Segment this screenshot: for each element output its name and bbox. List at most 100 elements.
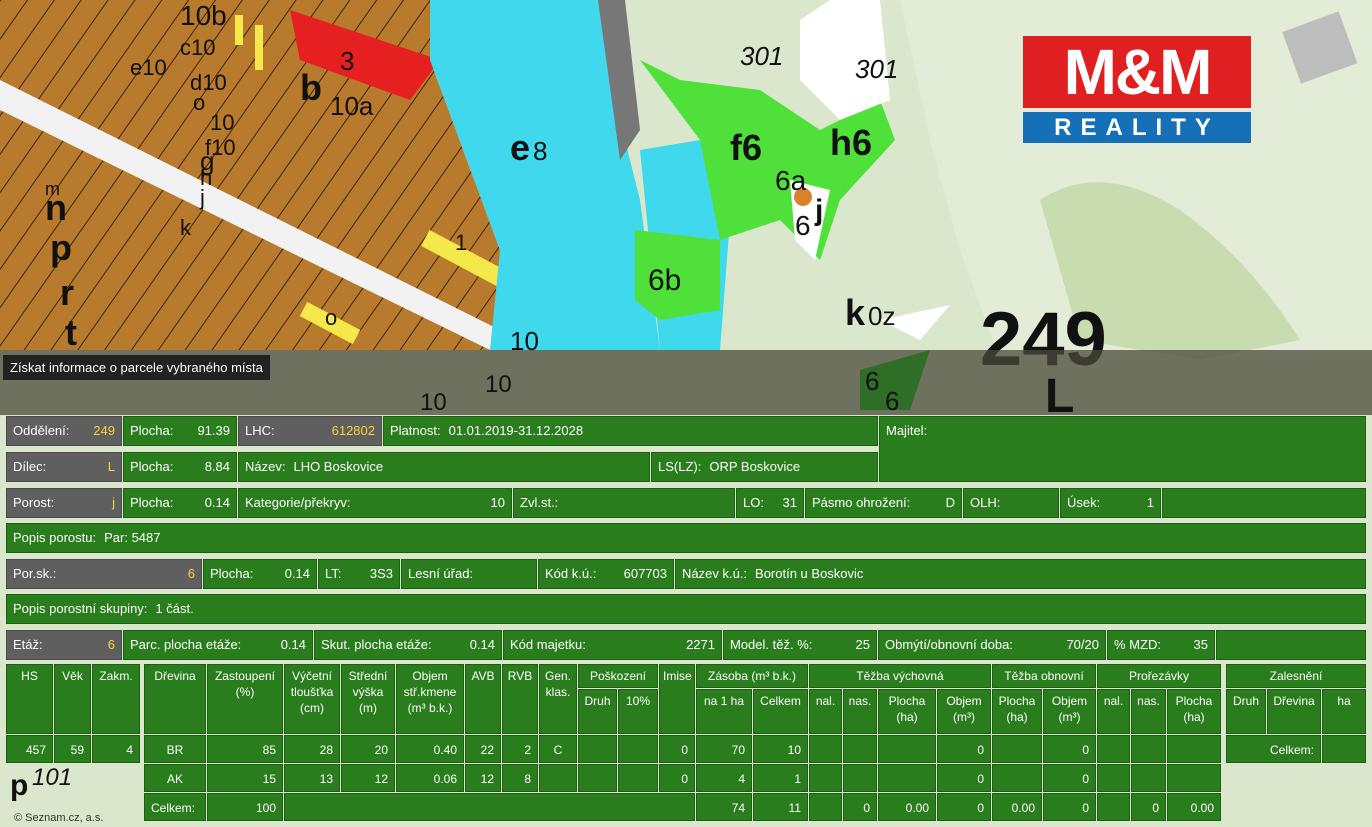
plocha-label: Plocha:: [130, 495, 174, 510]
vycetni-header: Výčetní tloušťka (cm): [284, 664, 340, 734]
vek-value: 59: [54, 735, 91, 763]
olh-cell: OLH:: [963, 488, 1059, 518]
logo-text-top: M&M: [1023, 36, 1251, 108]
skut-plocha-value: 0.14: [469, 637, 495, 652]
row1-avb: 22: [465, 735, 501, 763]
row7-empty-cell: [1216, 630, 1366, 660]
total-to-objem: 0: [1043, 793, 1096, 821]
nazev-label: Název:: [245, 459, 286, 474]
total-celkem: 11: [753, 793, 808, 821]
row2-drevina: AK: [144, 764, 206, 792]
svg-text:k: k: [845, 292, 866, 333]
svg-text:k: k: [180, 215, 192, 240]
porsk-value: 6: [187, 566, 195, 581]
svg-text:o: o: [325, 305, 337, 330]
parc-plocha-label: Parc. plocha etáže:: [130, 637, 242, 652]
lt-cell: LT: 3S3: [318, 559, 400, 589]
total-tv-nal: [809, 793, 842, 821]
row1-gen: C: [539, 735, 577, 763]
model-tez-cell: Model. těž. %: 25: [723, 630, 877, 660]
pr-nal-header: nal.: [1097, 689, 1130, 734]
platnost-value: 01.01.2019-31.12.2028: [448, 423, 584, 438]
svg-text:f6: f6: [730, 127, 762, 168]
zakm-header: Zakm.: [92, 664, 140, 734]
svg-text:n: n: [45, 187, 67, 228]
row1-pr-nas: [1131, 735, 1166, 763]
plocha-label: Plocha:: [130, 423, 174, 438]
row2-celkem: 1: [753, 764, 808, 792]
lhc-value: 612802: [331, 423, 375, 438]
pasmo-value: D: [945, 495, 955, 510]
lo-cell: LO: 31: [736, 488, 804, 518]
row1-pr-nal: [1097, 735, 1130, 763]
total-tv-objem: 0: [937, 793, 991, 821]
total-tv-nas: 0: [843, 793, 877, 821]
row2-stredni: 12: [341, 764, 395, 792]
svg-text:10: 10: [485, 371, 512, 398]
avb-header: AVB: [465, 664, 501, 734]
tezba-obnovni-header: Těžba obnovní: [992, 664, 1096, 688]
svg-text:301: 301: [855, 54, 898, 84]
svg-text:6b: 6b: [648, 264, 681, 297]
skut-plocha-label: Skut. plocha etáže:: [321, 637, 432, 652]
row2-avb: 12: [465, 764, 501, 792]
svg-text:10: 10: [420, 389, 447, 416]
svg-text:1: 1: [455, 230, 467, 255]
logo-text-bottom: REALITY: [1023, 112, 1251, 143]
zal-ha-header: ha: [1322, 689, 1366, 734]
nazev-ku-label: Název k.ú.:: [682, 566, 748, 581]
svg-text:o: o: [193, 90, 205, 115]
svg-text:p: p: [50, 227, 72, 268]
hs-header: HS: [6, 664, 53, 734]
total-zastoupeni: 100: [207, 793, 283, 821]
olh-label: OLH:: [970, 495, 1001, 510]
svg-text:e: e: [510, 127, 530, 168]
parc-plocha-value: 0.14: [280, 637, 306, 652]
total-tv-plocha: 0.00: [878, 793, 936, 821]
total-pr-nas: 0: [1131, 793, 1166, 821]
row2-pr-plocha: [1167, 764, 1221, 792]
nazev-cell: Název: LHO Boskovice: [238, 452, 650, 482]
svg-text:j: j: [814, 194, 823, 227]
lt-label: LT:: [325, 566, 342, 581]
row1-imise: 0: [659, 735, 695, 763]
row1-pct10: [618, 735, 658, 763]
kod-majetku-label: Kód majetku:: [510, 637, 586, 652]
kategorie-label: Kategorie/překryv:: [245, 495, 351, 510]
row1-stredni: 20: [341, 735, 395, 763]
row1-drevina: BR: [144, 735, 206, 763]
svg-text:6: 6: [885, 386, 899, 416]
plocha-value: 91.39: [197, 423, 230, 438]
row1-zastoupeni: 85: [207, 735, 283, 763]
to-objem-header: Objem (m³): [1043, 689, 1096, 734]
plocha-label: Plocha:: [210, 566, 254, 581]
zastoupeni-header: Zastoupení (%): [207, 664, 283, 734]
svg-text:h6: h6: [830, 122, 872, 163]
total-to-plocha: 0.00: [992, 793, 1042, 821]
porost-cell: Porost: j: [6, 488, 122, 518]
zakm-value: 4: [92, 735, 140, 763]
map-copyright: © Seznam.cz, a.s.: [14, 812, 104, 824]
dilec-label: Dílec:: [13, 459, 47, 474]
svg-text:6: 6: [865, 366, 879, 396]
oddeleni-cell: Oddělení: 249: [6, 416, 122, 446]
rvb-header: RVB: [502, 664, 538, 734]
plocha-value: 0.14: [204, 495, 230, 510]
lesni-urad-cell: Lesní úřad:: [401, 559, 537, 589]
row2-imise: 0: [659, 764, 695, 792]
svg-text:301: 301: [740, 41, 783, 71]
row2-zastoupeni: 15: [207, 764, 283, 792]
kod-majetku-cell: Kód majetku: 2271: [503, 630, 722, 660]
kod-majetku-value: 2271: [686, 637, 715, 652]
dilec-value: L: [107, 459, 115, 474]
obmyti-label: Obmýtí/obnovní doba:: [885, 637, 1013, 652]
model-tez-label: Model. těž. %:: [730, 637, 813, 652]
plocha-dilec-cell: Plocha: 8.84: [123, 452, 237, 482]
mm-reality-logo: M&M REALITY: [1023, 36, 1251, 143]
svg-text:j: j: [199, 185, 205, 210]
plocha-oddeleni-cell: Plocha: 91.39: [123, 416, 237, 446]
svg-text:10a: 10a: [330, 91, 374, 121]
tv-plocha-header: Plocha (ha): [878, 689, 936, 734]
pr-nas-header: nas.: [1131, 689, 1166, 734]
total-label: Celkem:: [144, 793, 206, 821]
